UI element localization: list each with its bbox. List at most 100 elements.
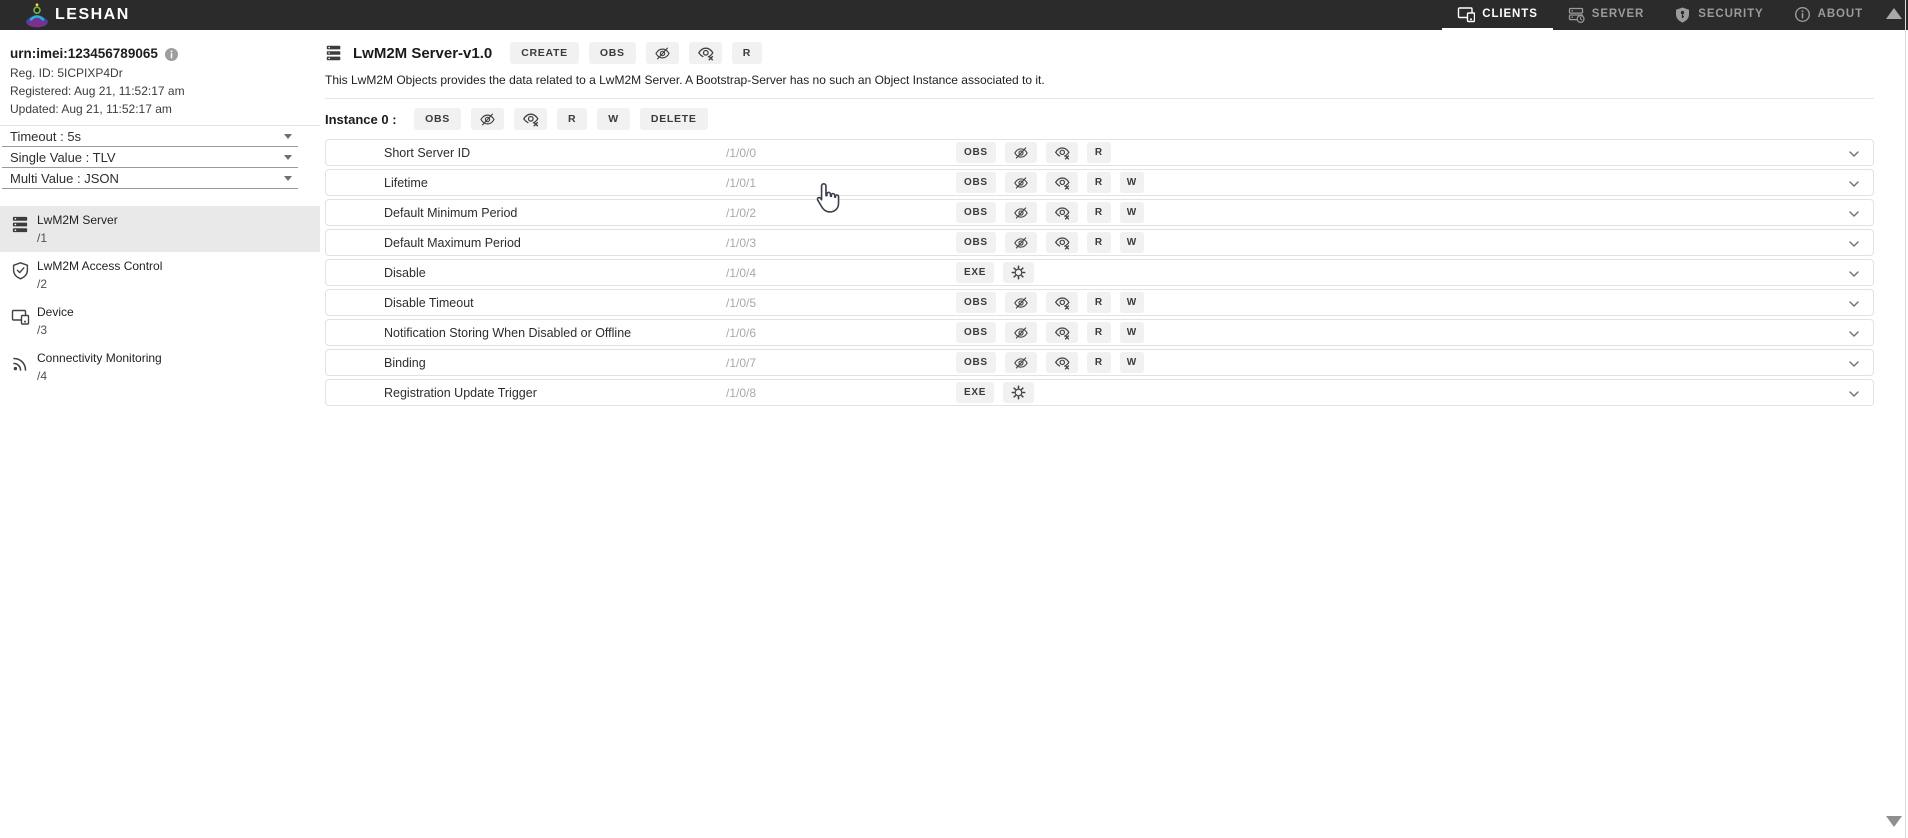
chevron-down-icon[interactable] xyxy=(1846,386,1862,407)
observe-button[interactable]: OBS xyxy=(956,172,996,193)
resource-row[interactable]: Default Maximum Period /1/0/3 OBS R W xyxy=(325,229,1874,256)
resource-name: Binding xyxy=(384,355,426,370)
execute-with-params-button[interactable] xyxy=(1003,262,1035,283)
cancel-observe-button[interactable] xyxy=(1045,322,1078,343)
chevron-down-icon[interactable] xyxy=(1846,236,1862,257)
resource-row[interactable]: Short Server ID /1/0/0 OBS R xyxy=(325,139,1874,166)
resource-row[interactable]: Registration Update Trigger /1/0/8 EXE xyxy=(325,379,1874,406)
execute-button[interactable]: EXE xyxy=(956,382,995,403)
resource-row[interactable]: Disable /1/0/4 EXE xyxy=(325,259,1874,286)
nav-label: SERVER xyxy=(1591,8,1645,20)
execute-button[interactable]: EXE xyxy=(956,262,995,283)
multi-value-format-select[interactable]: Multi Value : JSON xyxy=(2,168,298,189)
instance-read-button[interactable]: R xyxy=(557,108,588,130)
nav-item-about[interactable]: ABOUT xyxy=(1779,0,1878,30)
chevron-down-icon[interactable] xyxy=(1846,326,1862,347)
resource-path: /1/0/1 xyxy=(726,175,757,190)
read-button[interactable]: R xyxy=(1086,322,1111,343)
write-button[interactable]: W xyxy=(1119,352,1144,373)
resource-row[interactable]: Disable Timeout /1/0/5 OBS R W xyxy=(325,289,1874,316)
chevron-down-icon[interactable] xyxy=(1846,206,1862,227)
resource-operations: EXE xyxy=(956,382,1035,403)
eye-cancel-icon xyxy=(1054,206,1070,220)
info-icon[interactable] xyxy=(164,46,179,62)
write-button[interactable]: W xyxy=(1119,172,1144,193)
object-item-lwm2m-server[interactable]: LwM2M Server /1 xyxy=(0,206,320,252)
cancel-observe-button[interactable] xyxy=(1045,202,1078,223)
observe-button[interactable]: OBS xyxy=(588,42,636,64)
write-button[interactable]: W xyxy=(1119,232,1144,253)
read-button[interactable]: R xyxy=(731,42,762,64)
resource-operations: OBS R W xyxy=(956,232,1144,253)
resource-path: /1/0/0 xyxy=(726,145,757,160)
resource-row[interactable]: Default Minimum Period /1/0/2 OBS R W xyxy=(325,199,1874,226)
chevron-down-icon[interactable] xyxy=(1846,266,1862,287)
read-button[interactable]: R xyxy=(1086,142,1111,163)
resource-name: Default Minimum Period xyxy=(384,205,518,220)
rss-icon xyxy=(12,357,27,372)
resource-row[interactable]: Binding /1/0/7 OBS R W xyxy=(325,349,1874,376)
reg-id-line: Reg. ID: 5ICPIXP4Dr xyxy=(10,67,310,80)
instance-stop-observe-button[interactable] xyxy=(471,108,504,130)
write-button[interactable]: W xyxy=(1119,292,1144,313)
stop-observe-button[interactable] xyxy=(1004,322,1037,343)
eye-cancel-icon xyxy=(1054,176,1070,190)
instance-cancel-observe-button[interactable] xyxy=(514,108,547,130)
object-item-device[interactable]: Device /3 xyxy=(0,298,320,344)
instance-write-button[interactable]: W xyxy=(597,108,630,130)
instance-delete-button[interactable]: DELETE xyxy=(639,108,708,130)
read-button[interactable]: R xyxy=(1086,352,1111,373)
stop-observe-button[interactable] xyxy=(1004,352,1037,373)
stop-observe-button[interactable] xyxy=(1004,202,1037,223)
object-item-access-control[interactable]: LwM2M Access Control /2 xyxy=(0,252,320,298)
nav-item-server[interactable]: SERVER xyxy=(1553,0,1659,30)
chevron-down-icon[interactable] xyxy=(1846,356,1862,377)
resource-name: Registration Update Trigger xyxy=(384,385,537,400)
observe-button[interactable]: OBS xyxy=(956,352,996,373)
cancel-observe-button[interactable] xyxy=(1045,232,1078,253)
object-item-connectivity[interactable]: Connectivity Monitoring /4 xyxy=(0,344,320,390)
observe-button[interactable]: OBS xyxy=(956,292,996,313)
resource-name: Lifetime xyxy=(384,175,428,190)
instance-toolbar: Instance 0 : OBS R W DELETE xyxy=(325,108,1874,130)
observe-button[interactable]: OBS xyxy=(956,202,996,223)
chevron-down-icon[interactable] xyxy=(1846,296,1862,317)
read-button[interactable]: R xyxy=(1086,292,1111,313)
observe-button[interactable]: OBS xyxy=(956,322,996,343)
observe-button[interactable]: OBS xyxy=(956,232,996,253)
chevron-down-icon[interactable] xyxy=(1846,146,1862,167)
stop-observe-button[interactable] xyxy=(1004,232,1037,253)
instance-observe-button[interactable]: OBS xyxy=(414,108,461,130)
stop-observe-button[interactable] xyxy=(1004,142,1037,163)
write-button[interactable]: W xyxy=(1119,322,1144,343)
eye-cancel-icon xyxy=(1054,356,1070,370)
single-value-format-select[interactable]: Single Value : TLV xyxy=(2,147,298,168)
nav-item-clients[interactable]: CLIENTS xyxy=(1442,0,1553,30)
leshan-logo[interactable]: LESHAN xyxy=(24,0,130,30)
cancel-observe-button[interactable] xyxy=(1045,172,1078,193)
create-button[interactable]: CREATE xyxy=(510,42,579,64)
cancel-observe-button[interactable] xyxy=(688,42,722,64)
resource-path: /1/0/3 xyxy=(726,235,757,250)
chevron-down-icon[interactable] xyxy=(1846,176,1862,197)
eye-cancel-icon xyxy=(1054,236,1070,250)
read-button[interactable]: R xyxy=(1086,232,1111,253)
read-button[interactable]: R xyxy=(1086,202,1111,223)
observe-button[interactable]: OBS xyxy=(956,142,996,163)
cancel-observe-button[interactable] xyxy=(1045,292,1078,313)
cancel-observe-button[interactable] xyxy=(1045,352,1078,373)
execute-with-params-button[interactable] xyxy=(1003,382,1035,403)
stop-observe-button[interactable] xyxy=(1004,292,1037,313)
scroll-up-arrow-icon[interactable] xyxy=(1886,8,1902,19)
cancel-observe-button[interactable] xyxy=(1045,142,1078,163)
scrollbar-track[interactable] xyxy=(1905,0,1906,838)
scroll-down-arrow-icon[interactable] xyxy=(1886,816,1902,827)
resource-row[interactable]: Notification Storing When Disabled or Of… xyxy=(325,319,1874,346)
stop-observe-button[interactable] xyxy=(1004,172,1037,193)
stop-observe-button[interactable] xyxy=(645,42,679,64)
resource-row[interactable]: Lifetime /1/0/1 OBS R W xyxy=(325,169,1874,196)
nav-item-security[interactable]: SECURITY xyxy=(1659,0,1778,30)
timeout-select[interactable]: Timeout : 5s xyxy=(2,126,298,147)
write-button[interactable]: W xyxy=(1119,202,1144,223)
read-button[interactable]: R xyxy=(1086,172,1111,193)
